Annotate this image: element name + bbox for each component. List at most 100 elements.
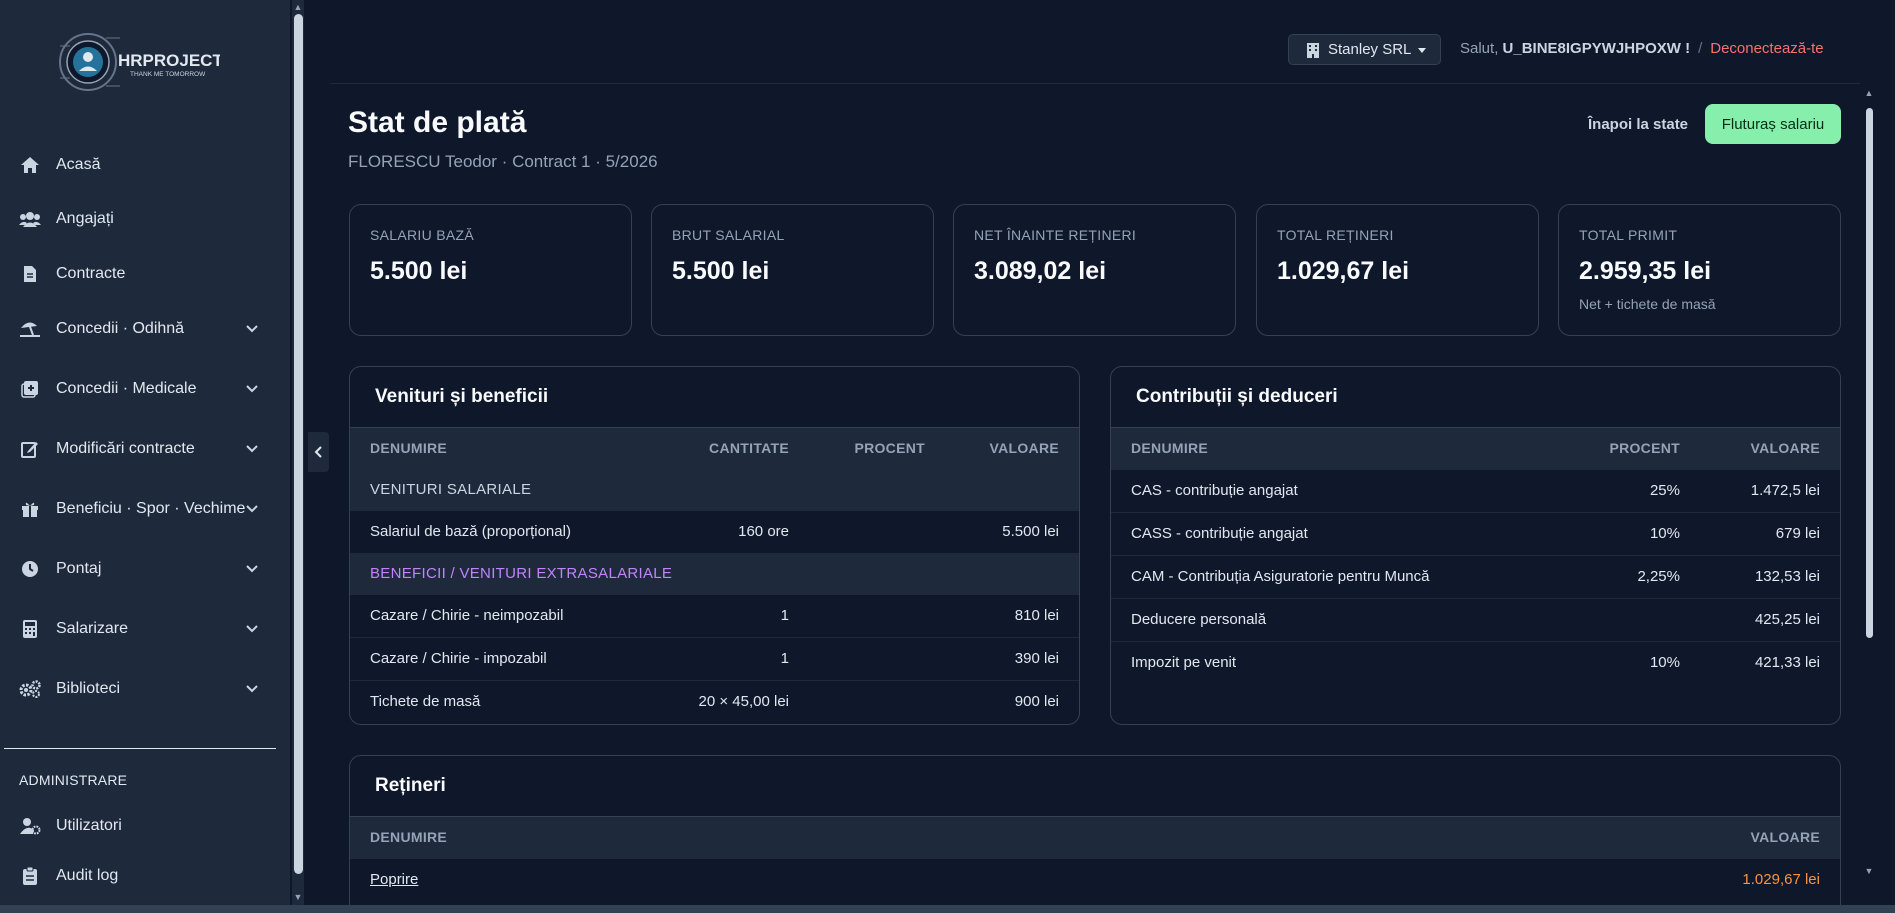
payslip-button[interactable]: Fluturaș salariu: [1705, 104, 1841, 144]
umbrella-beach-icon: [19, 319, 41, 339]
svg-text:HRPROJECT: HRPROJECT: [118, 51, 220, 70]
calculator-icon: [19, 619, 41, 639]
cell-value: 1.029,67 lei: [1093, 857, 1840, 901]
col-header: DENUMIRE: [350, 428, 640, 469]
hrproject-logo[interactable]: HRPROJECT THANK ME TOMORROW: [58, 26, 220, 98]
stat-value: 2.959,35 lei: [1579, 257, 1712, 285]
sidebar-item-label: Acasă: [56, 156, 101, 173]
stat-label: TOTAL REȚINERI: [1277, 227, 1394, 243]
company-name: Stanley SRL: [1328, 41, 1412, 58]
file-icon: [19, 264, 41, 284]
stat-label: BRUT SALARIAL: [672, 227, 785, 243]
stat-card-total-received: TOTAL PRIMIT 2.959,35 lei Net + tichete …: [1558, 204, 1841, 336]
cogs-icon: [19, 679, 41, 699]
sidebar-item-angajati[interactable]: Angajați: [0, 199, 270, 239]
income-card-title: Venituri și beneficii: [350, 367, 1079, 428]
col-header: DENUMIRE: [350, 817, 1094, 858]
sidebar-item-label: Audit log: [56, 867, 119, 884]
col-header: PROCENT: [809, 428, 945, 469]
cell-pct: [1550, 597, 1700, 641]
scroll-up-icon[interactable]: ▲: [1864, 88, 1874, 98]
chevron-down-icon: [246, 505, 258, 513]
cell-value: 390 lei: [945, 636, 1079, 680]
cell-pct: 25%: [1550, 468, 1700, 512]
cell-value: 900 lei: [945, 679, 1079, 723]
scroll-up-icon[interactable]: ▲: [293, 2, 303, 12]
group-row: BENEFICII / VENITURI EXTRASALARIALE: [350, 552, 1079, 594]
stat-value: 1.029,67 lei: [1277, 257, 1410, 285]
table-row: CAS - contribuție angajat 25% 1.472,5 le…: [1111, 468, 1840, 512]
stat-value: 5.500 lei: [672, 257, 770, 285]
sidebar-item-label: Salarizare: [56, 620, 129, 637]
stat-value: 3.089,02 lei: [974, 257, 1107, 285]
scroll-down-icon[interactable]: ▼: [1864, 866, 1874, 876]
chevron-down-icon: [246, 565, 258, 573]
cell-name: CASS - contribuție angajat: [1111, 511, 1550, 555]
sidebar-item-label: Pontaj: [56, 560, 102, 577]
company-selector[interactable]: Stanley SRL: [1288, 34, 1441, 65]
sidebar-divider: [4, 748, 276, 749]
sidebar-item-biblioteci[interactable]: Biblioteci: [0, 669, 270, 709]
cell-pct: [809, 593, 945, 637]
medical-icon: [19, 379, 41, 399]
sidebar-item-modificari-contracte[interactable]: Modificări contracte: [0, 429, 270, 469]
sidebar-item-audit-log[interactable]: Audit log: [0, 856, 270, 896]
cell-qty: 160 ore: [640, 509, 809, 553]
col-header: CANTITATE: [640, 428, 809, 469]
sidebar-item-beneficiu-spor-vechime[interactable]: Beneficiu · Spor · Vechime: [0, 489, 270, 529]
logout-link[interactable]: Deconectează-te: [1710, 40, 1823, 57]
scroll-down-icon[interactable]: ▼: [293, 892, 303, 902]
home-icon: [19, 155, 41, 175]
greeting-separator: /: [1698, 40, 1703, 57]
greeting-text: Salut,: [1460, 40, 1499, 57]
sidebar-collapse-button[interactable]: [308, 432, 329, 472]
sidebar-scrollbar[interactable]: ▲ ▼: [292, 0, 304, 913]
table-row: Poprire 1.029,67 lei: [350, 857, 1840, 901]
chevron-down-icon: [246, 625, 258, 633]
cell-name: Impozit pe venit: [1111, 640, 1550, 684]
cell-value: 132,53 lei: [1700, 554, 1840, 598]
main-scrollbar[interactable]: ▲ ▼: [1862, 84, 1876, 890]
income-card: Venituri și beneficii DENUMIRE CANTITATE…: [349, 366, 1080, 725]
cell-pct: [809, 679, 945, 723]
contributions-table: DENUMIRE PROCENT VALOARE CAS - contribuț…: [1111, 428, 1840, 684]
sidebar-item-label: Modificări contracte: [56, 440, 195, 457]
group-label: BENEFICII / VENITURI EXTRASALARIALE: [350, 552, 1079, 594]
cell-pct: 2,25%: [1550, 554, 1700, 598]
page-subtitle: FLORESCU Teodor · Contract 1 · 5/2026: [348, 152, 658, 171]
cell-name: CAM - Contribuția Asiguratorie pentru Mu…: [1111, 554, 1550, 598]
cell-qty: 20 × 45,00 lei: [640, 679, 809, 723]
cell-name: CAS - contribuție angajat: [1111, 468, 1550, 512]
col-header: VALOARE: [1700, 428, 1840, 469]
users-icon: [19, 209, 41, 229]
table-row: Cazare / Chirie - impozabil 1 390 lei: [350, 636, 1079, 680]
cell-name: Tichete de masă: [350, 679, 640, 723]
table-row: CAM - Contribuția Asiguratorie pentru Mu…: [1111, 554, 1840, 598]
chevron-down-icon: [246, 685, 258, 693]
stat-label: TOTAL PRIMIT: [1579, 227, 1678, 243]
stat-card-total-deductions: TOTAL REȚINERI 1.029,67 lei: [1256, 204, 1539, 336]
table-row: Deducere personală 425,25 lei: [1111, 597, 1840, 641]
sidebar-item-utilizatori[interactable]: Utilizatori: [0, 806, 270, 846]
col-header: VALOARE: [1093, 817, 1840, 858]
sidebar-item-label: Concedii · Medicale: [56, 380, 197, 397]
sidebar-item-label: Beneficiu · Spor · Vechime: [56, 500, 246, 517]
main-scroll-thumb[interactable]: [1866, 108, 1873, 638]
cell-name: Salariul de bază (proporțional): [350, 509, 640, 553]
chevron-down-icon: [246, 385, 258, 393]
svg-text:THANK ME TOMORROW: THANK ME TOMORROW: [130, 71, 206, 78]
sidebar-item-pontaj[interactable]: Pontaj: [0, 549, 270, 589]
deduction-name-link[interactable]: Poprire: [370, 871, 418, 888]
sidebar-item-acasa[interactable]: Acasă: [0, 145, 270, 185]
sidebar-item-concedii-medicale[interactable]: Concedii · Medicale: [0, 369, 270, 409]
income-table: DENUMIRE CANTITATE PROCENT VALOARE VENIT…: [350, 428, 1079, 723]
sidebar-item-label: Angajați: [56, 210, 114, 227]
sidebar-item-contracte[interactable]: Contracte: [0, 254, 270, 294]
sidebar-scroll-thumb[interactable]: [294, 14, 303, 874]
back-to-payrolls-link[interactable]: Înapoi la state: [1588, 116, 1688, 133]
sidebar-item-concedii-odihna[interactable]: Concedii · Odihnă: [0, 309, 270, 349]
sidebar-item-salarizare[interactable]: Salarizare: [0, 609, 270, 649]
stat-label: NET ÎNAINTE REȚINERI: [974, 227, 1137, 243]
user-greeting: Salut, U_BINE8IGPYWJHPOXW ! / Deconectează…: [1460, 40, 1824, 57]
chevron-left-icon: [314, 446, 322, 458]
